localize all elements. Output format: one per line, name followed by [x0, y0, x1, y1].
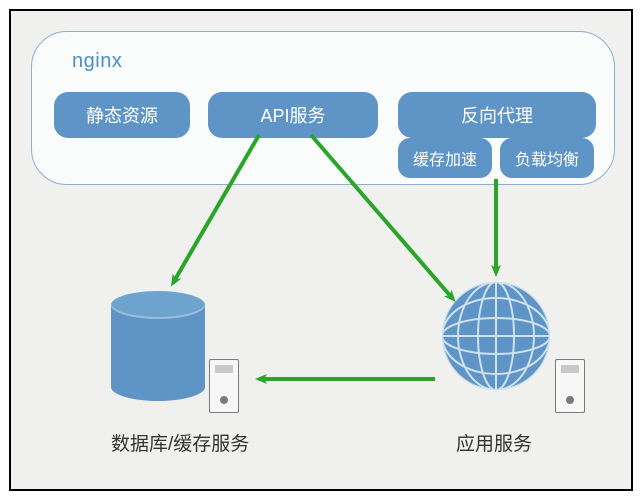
nginx-group: nginx 静态资源 API服务 反向代理 缓存加速 负载均衡 — [31, 31, 615, 185]
node-api-service-label: API服务 — [260, 102, 325, 128]
node-load-balancing-label: 负载均衡 — [515, 146, 579, 170]
globe-icon — [441, 281, 551, 391]
diagram-canvas: nginx 静态资源 API服务 反向代理 缓存加速 负载均衡 — [11, 11, 631, 489]
database-icon — [111, 291, 205, 401]
node-api-service: API服务 — [208, 92, 378, 138]
app-service-label: 应用服务 — [456, 429, 532, 456]
diagram-frame: nginx 静态资源 API服务 反向代理 缓存加速 负载均衡 — [9, 9, 633, 491]
server-icon-db — [209, 359, 239, 413]
db-cache-label: 数据库/缓存服务 — [111, 429, 249, 456]
server-icon-app — [555, 359, 585, 413]
node-reverse-proxy: 反向代理 — [398, 92, 596, 138]
node-static-resources: 静态资源 — [54, 92, 190, 138]
node-load-balancing: 负载均衡 — [500, 138, 594, 178]
node-static-resources-label: 静态资源 — [86, 102, 158, 128]
node-cache-acceleration: 缓存加速 — [398, 138, 492, 178]
node-reverse-proxy-label: 反向代理 — [461, 102, 533, 128]
node-cache-acceleration-label: 缓存加速 — [413, 146, 477, 170]
nginx-title: nginx — [72, 50, 122, 73]
